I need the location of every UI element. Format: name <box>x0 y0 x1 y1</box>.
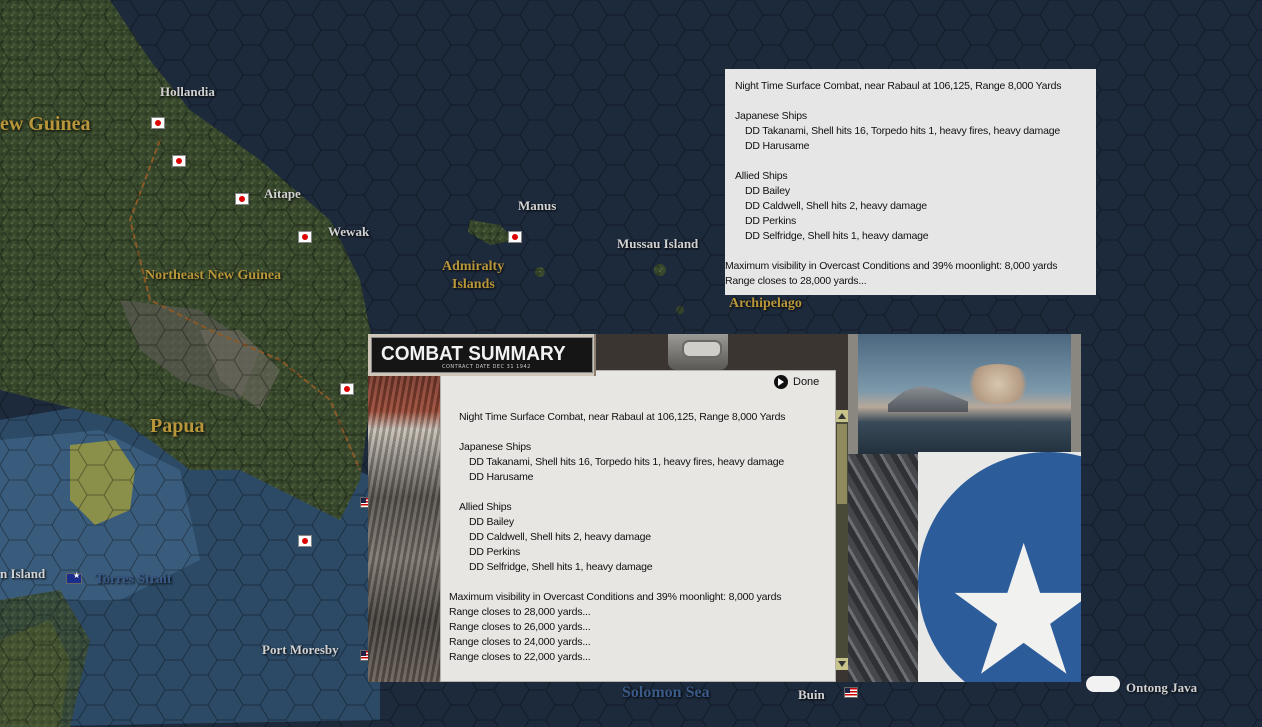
report-range-line: Range closes to 24,000 yards... <box>449 636 591 648</box>
done-button[interactable]: Done <box>774 374 819 390</box>
report-allied-ship: DD Bailey <box>469 516 514 528</box>
map-region-new-guinea: ew Guinea <box>0 113 91 135</box>
combat-summary-title: COMBAT SUMMARY <box>381 343 566 365</box>
paper-clip <box>668 334 728 370</box>
allied-base-icon[interactable] <box>844 687 858 698</box>
photo-collage: ★ <box>848 334 1081 682</box>
report-range-line: Range closes to 26,000 yards... <box>449 621 591 633</box>
tooltip-japanese-header: Japanese Ships <box>735 110 807 122</box>
map-label-hollandia: Hollandia <box>160 84 215 99</box>
map-region-islands: Islands <box>452 277 495 292</box>
tooltip-title: Night Time Surface Combat, near Rabaul a… <box>735 80 1062 92</box>
tooltip-allied-ship: DD Bailey <box>745 185 790 197</box>
map-region-solomon-sea: Solomon Sea <box>622 684 710 701</box>
battleship <box>888 386 968 412</box>
japanese-base-icon[interactable] <box>298 231 312 243</box>
tooltip-visibility: Maximum visibility in Overcast Condition… <box>725 260 1058 272</box>
arrow-right-circle-icon <box>774 375 788 389</box>
star-icon: ★ <box>943 507 1081 683</box>
australian-base-icon[interactable] <box>66 571 82 584</box>
map-label-buin: Buin <box>798 687 825 702</box>
combat-summary-window: COMBAT SUMMARY CONTRACT DATE DEC 31 1942… <box>368 334 1081 682</box>
scrollbar-thumb[interactable] <box>837 424 847 504</box>
map-label-ontong-java: Ontong Java <box>1126 680 1198 695</box>
battleship-photo <box>858 334 1071 460</box>
report-range-line: Range closes to 22,000 yards... <box>449 651 591 663</box>
map-label-manus: Manus <box>518 198 557 213</box>
map-label-port-moresby: Port Moresby <box>262 642 339 657</box>
weather-cloud-icon <box>1086 676 1120 692</box>
combat-summary-badge: COMBAT SUMMARY CONTRACT DATE DEC 31 1942 <box>371 337 593 373</box>
japanese-base-icon[interactable] <box>508 231 522 243</box>
us-star-insignia-photo: ★ <box>918 452 1081 682</box>
tooltip-allied-ship: DD Perkins <box>745 215 797 227</box>
report-visibility: Maximum visibility in Overcast Condition… <box>449 591 782 603</box>
report-range-line: Range closes to 28,000 yards... <box>449 606 591 618</box>
japanese-base-icon[interactable] <box>172 155 186 167</box>
tooltip-japanese-ship: DD Takanami, Shell hits 16, Torpedo hits… <box>745 125 1060 137</box>
report-title: Night Time Surface Combat, near Rabaul a… <box>459 411 786 423</box>
report-allied-ship: DD Caldwell, Shell hits 2, heavy damage <box>469 531 651 543</box>
japanese-base-icon[interactable] <box>298 535 312 547</box>
report-scrollbar[interactable] <box>836 410 848 670</box>
report-allied-ship: DD Selfridge, Shell hits 1, heavy damage <box>469 561 653 573</box>
combat-summary-header: COMBAT SUMMARY CONTRACT DATE DEC 31 1942 <box>368 334 596 376</box>
report-japanese-ship: DD Harusame <box>469 471 534 483</box>
tooltip-allied-ship: DD Caldwell, Shell hits 2, heavy damage <box>745 200 927 212</box>
troops-photo <box>368 374 440 682</box>
map-region-admiralty: Admiralty <box>442 259 505 274</box>
report-allied-header: Allied Ships <box>459 501 512 513</box>
map-region-papua: Papua <box>150 415 205 437</box>
combat-report-text: Night Time Surface Combat, near Rabaul a… <box>449 410 824 674</box>
map-label-island: n Island <box>0 566 46 581</box>
map-label-mussau-island: Mussau Island <box>617 236 699 251</box>
arrow-up-icon[interactable] <box>836 410 848 422</box>
report-japanese-ship: DD Takanami, Shell hits 16, Torpedo hits… <box>469 456 784 468</box>
japanese-base-icon[interactable] <box>340 383 354 395</box>
report-allied-ship: DD Perkins <box>469 546 521 558</box>
map-label-wewak: Wewak <box>328 224 370 239</box>
map-label-aitape: Aitape <box>264 186 301 201</box>
contract-date: CONTRACT DATE DEC 31 1942 <box>442 364 531 370</box>
gun-smoke <box>963 364 1033 404</box>
combat-report-tooltip: Night Time Surface Combat, near Rabaul a… <box>725 69 1096 295</box>
tooltip-allied-header: Allied Ships <box>735 170 788 182</box>
japanese-base-icon[interactable] <box>151 117 165 129</box>
map-region-torres-strait: Torres Strait <box>95 572 172 587</box>
tooltip-japanese-ship: DD Harusame <box>745 140 810 152</box>
map-region-archipelago: Archipelago <box>729 296 802 311</box>
japanese-base-icon[interactable] <box>235 193 249 205</box>
tooltip-allied-ship: DD Selfridge, Shell hits 1, heavy damage <box>745 230 929 242</box>
map-region-northeast-new-guinea: Northeast New Guinea <box>145 268 282 283</box>
tooltip-range-line: Range closes to 28,000 yards... <box>725 275 867 287</box>
report-japanese-header: Japanese Ships <box>459 441 531 453</box>
arrow-down-icon[interactable] <box>836 658 848 670</box>
done-label: Done <box>793 376 820 388</box>
